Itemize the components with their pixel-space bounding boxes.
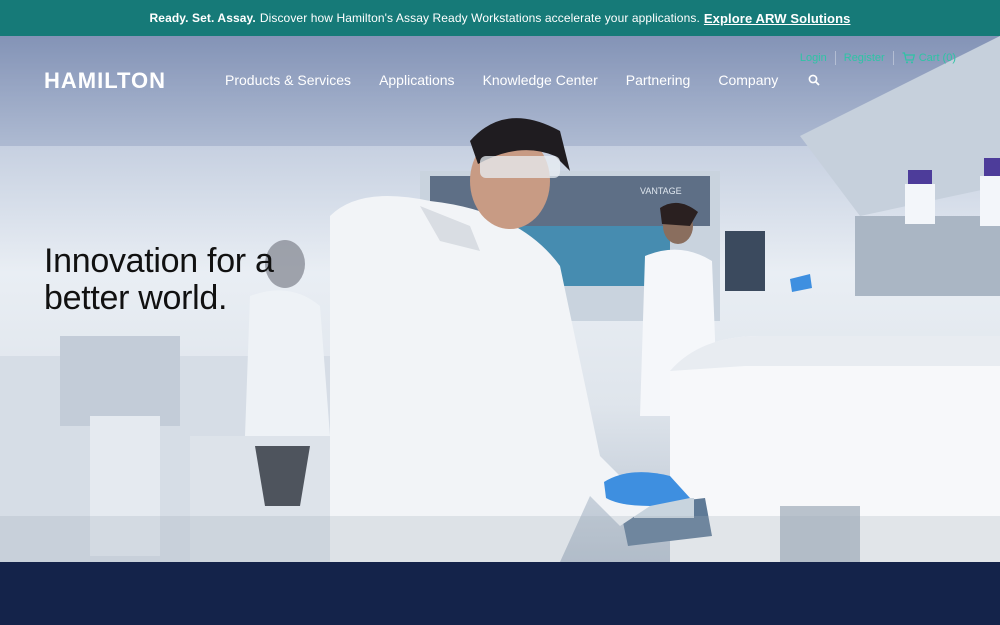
cart-button[interactable]: Cart (0) [902, 52, 956, 64]
logo-text: HAMILTON [44, 68, 167, 93]
instrument-label: VANTAGE [640, 186, 682, 196]
search-icon[interactable] [808, 74, 820, 86]
announcement-message: Discover how Hamilton's Assay Ready Work… [259, 11, 700, 25]
nav-knowledge-center[interactable]: Knowledge Center [483, 72, 598, 88]
cart-label: Cart (0) [918, 52, 956, 64]
main-nav: Products & Services Applications Knowled… [225, 72, 820, 88]
cart-icon [902, 52, 915, 64]
utility-divider [834, 51, 836, 65]
login-link[interactable]: Login [800, 52, 827, 64]
hero-headline: Innovation for a better world. [44, 242, 274, 317]
announcement-lead: Ready. Set. Assay. [149, 11, 256, 25]
utility-divider [892, 51, 894, 65]
hamilton-logo[interactable]: HAMILTON [44, 68, 166, 94]
utility-nav: Login Register Cart (0) [800, 51, 956, 65]
nav-partnering[interactable]: Partnering [626, 72, 691, 88]
section-band [0, 562, 1000, 625]
hero-section: VANTAGE HAMILTON Products & Services App… [0, 36, 1000, 562]
nav-company[interactable]: Company [718, 72, 778, 88]
register-link[interactable]: Register [844, 52, 885, 64]
announcement-bar: Ready. Set. Assay. Discover how Hamilton… [0, 0, 1000, 36]
explore-arw-link[interactable]: Explore ARW Solutions [704, 11, 851, 26]
nav-products-services[interactable]: Products & Services [225, 72, 351, 88]
nav-applications[interactable]: Applications [379, 72, 455, 88]
